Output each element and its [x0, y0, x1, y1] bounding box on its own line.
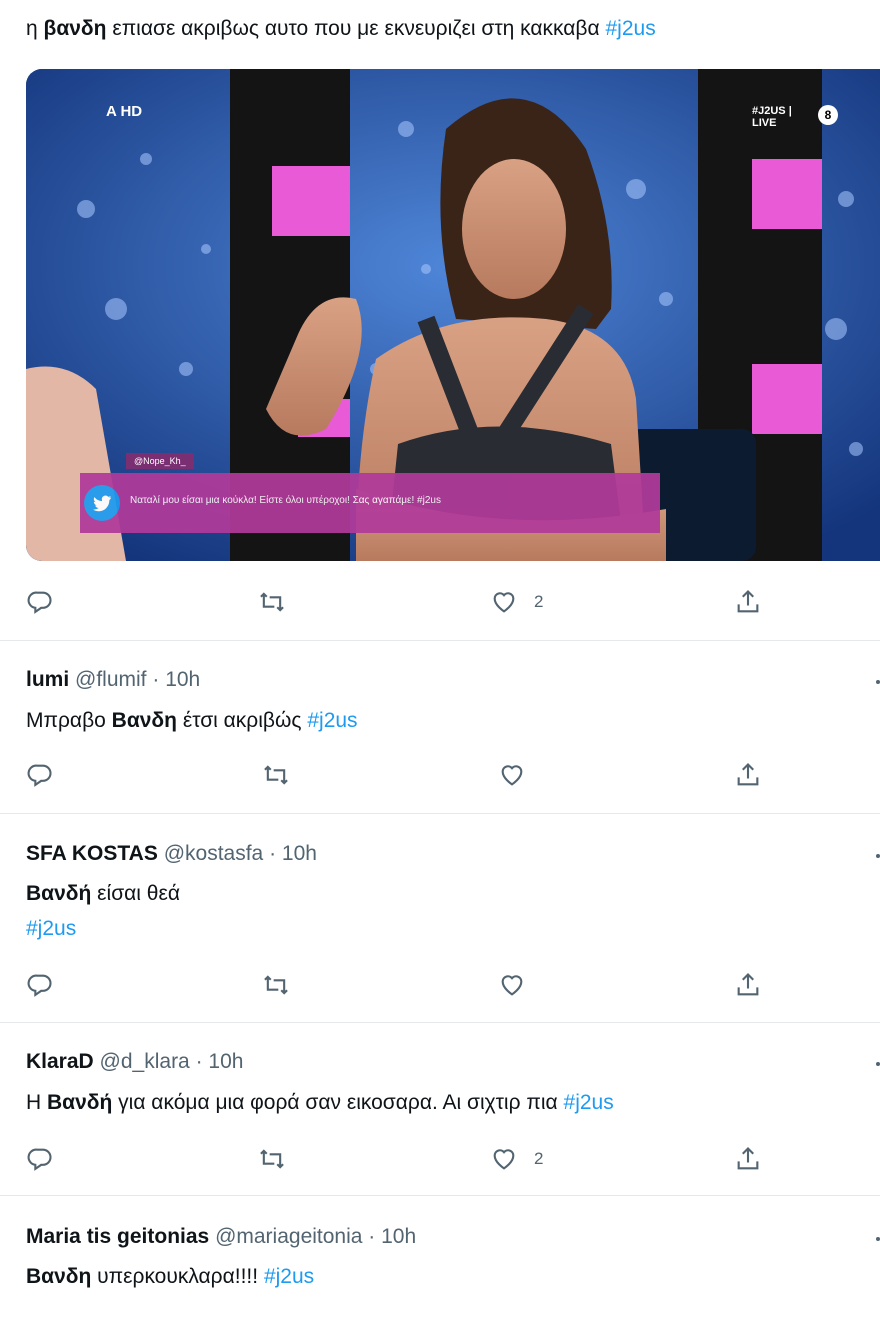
hashtag-link[interactable]: #j2us [606, 17, 656, 40]
tweet[interactable]: Maria tis geitonias @mariageitonia · 10h… [0, 1196, 880, 1320]
like-button[interactable]: 2 [490, 586, 543, 618]
tweet-text: η βανδη επιασε ακριβως αυτο που με εκνευ… [26, 17, 656, 40]
like-icon [493, 592, 515, 613]
share-icon [737, 973, 759, 996]
tweet-actions: 2 [0, 586, 880, 618]
tweet[interactable]: lumi @flumif · 10h Μπραβο Βανδη έτσι ακρ… [0, 641, 880, 813]
more-icon[interactable] [876, 1237, 880, 1241]
retweet-button[interactable] [258, 1143, 286, 1175]
reply-button[interactable] [26, 586, 54, 618]
tweet-text: Μπραβο Βανδη έτσι ακριβώς #j2us [26, 709, 358, 732]
reply-button[interactable] [26, 969, 54, 1001]
tweet-header: Maria tis geitonias @mariageitonia · 10h [26, 1225, 417, 1248]
more-icon[interactable] [876, 1062, 880, 1066]
tweet-text: Βανδη υπερκουκλαρα!!!! #j2us [26, 1265, 315, 1288]
author-name[interactable]: lumi [26, 668, 69, 691]
tweet-header: lumi @flumif · 10h [26, 668, 201, 691]
reply-icon [27, 1148, 52, 1171]
share-button[interactable] [734, 586, 762, 618]
author-name[interactable]: Maria tis geitonias [26, 1225, 209, 1248]
tweet-text: Η Βανδή για ακόμα μια φορά σαν εικοσαρα.… [26, 1091, 614, 1114]
more-icon[interactable] [876, 854, 880, 858]
tweet-time[interactable]: 10h [165, 668, 200, 691]
hashtag-link[interactable]: #j2us [564, 1091, 614, 1114]
tweet-time[interactable]: 10h [282, 842, 317, 865]
author-handle[interactable]: @kostasfa [164, 842, 264, 865]
retweet-icon [260, 1149, 284, 1169]
tweet[interactable]: η βανδη επιασε ακριβως αυτο που με εκνευ… [0, 0, 880, 640]
author-handle[interactable]: @flumif [75, 668, 147, 691]
twitter-bird-icon [84, 485, 120, 521]
like-icon [501, 975, 523, 996]
retweet-icon [264, 765, 288, 785]
tweet-header: KlaraD @d_klara · 10h [26, 1050, 244, 1073]
tweet-text: Βανδή είσαι θεά [26, 882, 180, 905]
tweet-actions [0, 969, 880, 1001]
like-count: 2 [534, 1149, 544, 1168]
tweet-time[interactable]: 10h [208, 1050, 243, 1073]
retweet-button[interactable] [258, 586, 286, 618]
reply-icon [27, 764, 52, 787]
share-button[interactable] [734, 759, 762, 791]
reply-button[interactable] [26, 1143, 54, 1175]
reply-icon [27, 974, 52, 997]
share-icon [737, 763, 759, 786]
ticker-user: @Nope_Kh_ [126, 453, 194, 469]
ticker-text: Ναταλί μου είσαι μια κούκλα! Είστε όλοι … [130, 495, 441, 506]
like-button[interactable] [498, 759, 526, 791]
tweet-media-image[interactable]: A HD #J2US | LIVE 8 @Nope_Kh_ Ναταλί μου… [26, 69, 880, 561]
retweet-icon [264, 975, 288, 995]
rating-badge: 8 [818, 105, 838, 125]
like-button[interactable] [498, 969, 526, 1001]
hashtag-link[interactable]: #j2us [307, 709, 357, 732]
share-icon [737, 1147, 759, 1170]
channel-logo: A HD [106, 103, 143, 120]
reply-icon [27, 591, 52, 614]
retweet-button[interactable] [262, 759, 290, 791]
reply-button[interactable] [26, 759, 54, 791]
retweet-icon [260, 592, 284, 612]
ticker-bar: Ναταλί μου είσαι μια κούκλα! Είστε όλοι … [80, 473, 660, 533]
share-button[interactable] [734, 1143, 762, 1175]
share-icon [737, 590, 759, 613]
tweet-actions [0, 759, 880, 791]
like-count: 2 [534, 592, 544, 611]
retweet-button[interactable] [262, 969, 290, 1001]
more-icon[interactable] [876, 680, 880, 684]
author-name[interactable]: SFA KOSTAS [26, 842, 158, 865]
author-handle[interactable]: @d_klara [100, 1050, 190, 1073]
like-button[interactable]: 2 [490, 1143, 543, 1175]
like-icon [501, 765, 523, 786]
tweet-header: SFA KOSTAS @kostasfa · 10h [26, 842, 317, 865]
tweet-time[interactable]: 10h [381, 1225, 416, 1248]
author-name[interactable]: KlaraD [26, 1050, 94, 1073]
author-handle[interactable]: @mariageitonia [215, 1225, 362, 1248]
tweet[interactable]: SFA KOSTAS @kostasfa · 10h Βανδή είσαι θ… [0, 814, 880, 1022]
share-button[interactable] [734, 969, 762, 1001]
like-icon [493, 1149, 515, 1170]
tweet[interactable]: KlaraD @d_klara · 10h Η Βανδή για ακόμα … [0, 1023, 880, 1195]
tweet-actions: 2 [0, 1143, 880, 1175]
hashtag-link[interactable]: #j2us [26, 915, 76, 943]
hashtag-link[interactable]: #j2us [264, 1265, 314, 1288]
show-live-tag: #J2US | LIVE [752, 105, 792, 129]
